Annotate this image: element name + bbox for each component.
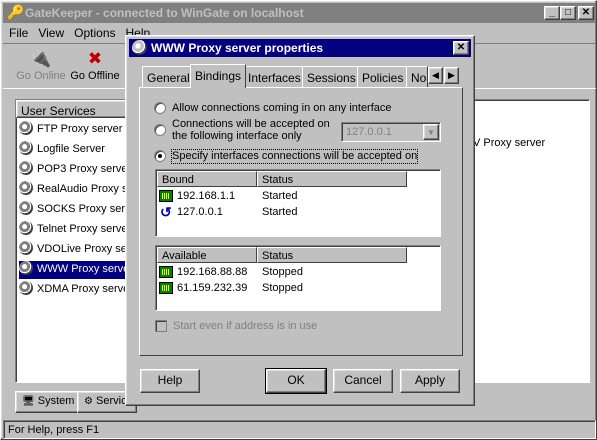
user-services-header[interactable]: User Services [16, 100, 141, 118]
tab-interfaces[interactable]: Interfaces [243, 66, 306, 87]
service-icon [19, 241, 33, 255]
service-icon [19, 281, 33, 295]
checkbox-box[interactable] [155, 320, 167, 332]
bound-row[interactable]: ↺ 127.0.0.1 Started [159, 204, 409, 221]
service-item-selected[interactable]: WWW Proxy server [19, 261, 141, 279]
go-online-button[interactable]: 🔌 Go Online [15, 48, 67, 86]
apply-button[interactable]: Apply [400, 369, 460, 393]
cancel-button[interactable]: Cancel [333, 369, 393, 393]
tab-system[interactable]: 🖥 System [15, 391, 82, 413]
user-services-panel: User Services FTP Proxy server Logfile S… [15, 99, 142, 383]
network-card-icon [159, 282, 173, 294]
service-icon [19, 221, 33, 235]
dialog-title: WWW Proxy server properties [151, 41, 324, 55]
network-card-icon [159, 266, 173, 278]
tab-bindings[interactable]: Bindings [190, 64, 247, 88]
bound-status-column-header[interactable]: Status [257, 171, 407, 187]
service-item[interactable]: FTP Proxy server [19, 121, 141, 139]
service-icon [19, 261, 33, 275]
service-icon [19, 201, 33, 215]
go-offline-label: Go Offline [70, 70, 120, 82]
interface-select[interactable]: 127.0.0.1 ▼ [341, 122, 441, 142]
tab-more[interactable]: Nor [406, 66, 428, 87]
tab-policies[interactable]: Policies [357, 66, 409, 87]
system-tab-icon: 🖥 [22, 396, 35, 407]
service-item[interactable]: VDOLive Proxy server [19, 241, 141, 259]
plug-icon: 🔌 [30, 49, 52, 68]
available-interfaces-list[interactable]: Available Status 192.168.88.88 Stopped 6… [155, 245, 441, 311]
tab-scroll-left-arrow-icon[interactable]: ◀ [428, 67, 443, 84]
tab-sessions[interactable]: Sessions [302, 66, 361, 87]
radio-button[interactable] [154, 102, 166, 114]
chevron-down-icon[interactable]: ▼ [423, 124, 439, 140]
proxy-service-icon [132, 40, 147, 55]
service-item[interactable]: Logfile Server [19, 141, 141, 159]
interface-select-value: 127.0.0.1 [346, 126, 392, 138]
service-icon [19, 121, 33, 135]
services-tab-icon: ⚙ [84, 396, 93, 407]
main-title: GateKeeper - connected to WinGate on loc… [25, 6, 304, 20]
radio-button[interactable] [154, 124, 166, 136]
loopback-icon: ↺ [160, 204, 172, 220]
close-button[interactable]: ✕ [578, 6, 594, 20]
details-text: V Proxy server [473, 137, 546, 149]
dialog-title-bar[interactable]: WWW Proxy server properties ✕ [129, 39, 471, 57]
details-panel: V Proxy server [458, 99, 590, 383]
service-item[interactable]: POP3 Proxy server [19, 161, 141, 179]
status-text: For Help, press F1 [8, 424, 100, 436]
tab-scroll-right-arrow-icon[interactable]: ▶ [444, 67, 459, 84]
service-icon [19, 141, 33, 155]
help-button[interactable]: Help [140, 369, 200, 393]
dialog-close-button[interactable]: ✕ [453, 41, 469, 55]
available-status-column-header[interactable]: Status [257, 247, 407, 263]
menu-file[interactable]: File [3, 24, 32, 40]
menu-view[interactable]: View [32, 24, 68, 40]
service-item[interactable]: XDMA Proxy server [19, 281, 141, 299]
main-title-bar[interactable]: 🔑 GateKeeper - connected to WinGate on l… [3, 3, 596, 23]
bound-row[interactable]: 192.168.1.1 Started [159, 189, 409, 205]
service-item[interactable]: SOCKS Proxy server [19, 201, 141, 219]
radio-button-selected[interactable] [154, 150, 166, 162]
go-offline-button[interactable]: ✖ Go Offline [69, 48, 121, 86]
go-online-label: Go Online [16, 70, 66, 82]
service-item[interactable]: RealAudio Proxy server [19, 181, 141, 199]
service-item[interactable]: Telnet Proxy server [19, 221, 141, 239]
ok-button[interactable]: OK [265, 368, 327, 394]
service-icon [19, 181, 33, 195]
service-icon [19, 161, 33, 175]
maximize-button[interactable]: □ [560, 6, 576, 20]
available-row[interactable]: 61.159.232.39 Stopped [159, 281, 409, 297]
status-bar: For Help, press F1 [3, 420, 596, 439]
disconnect-icon: ✖ [87, 49, 103, 68]
bound-column-header[interactable]: Bound [157, 171, 257, 187]
minimize-button[interactable]: _ [544, 6, 560, 20]
menu-options[interactable]: Options [68, 24, 119, 40]
available-column-header[interactable]: Available [157, 247, 257, 263]
bound-interfaces-list[interactable]: Bound Status 192.168.1.1 Started ↺ 127.0… [155, 169, 441, 237]
key-icon: 🔑 [7, 4, 25, 20]
network-card-icon [159, 190, 173, 202]
properties-dialog: WWW Proxy server properties ✕ General Bi… [125, 35, 475, 406]
tab-general[interactable]: General [142, 66, 195, 87]
available-row[interactable]: 192.168.88.88 Stopped [159, 265, 409, 281]
